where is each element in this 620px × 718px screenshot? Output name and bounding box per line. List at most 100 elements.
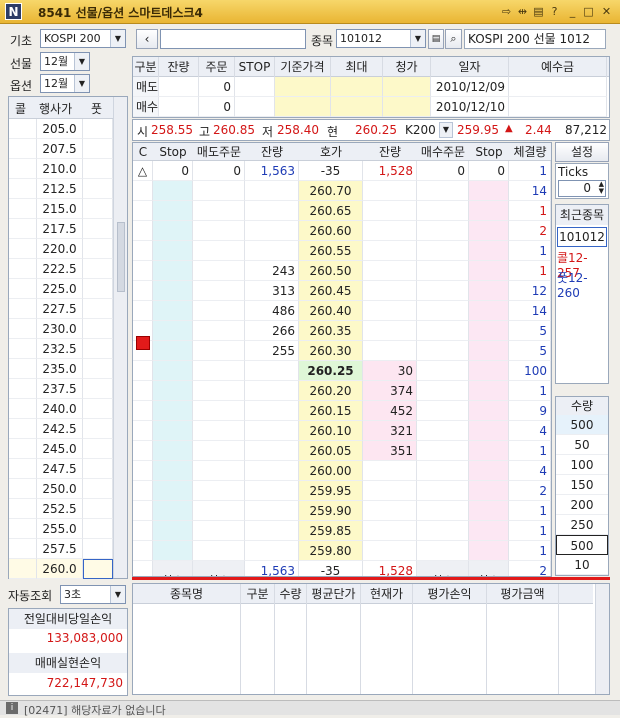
- book-cell[interactable]: [153, 421, 193, 441]
- put-cell[interactable]: [83, 319, 113, 339]
- ticks-stepper[interactable]: 0 ▲ ▼: [558, 180, 606, 197]
- book-cell[interactable]: [417, 201, 469, 221]
- futures-month-select[interactable]: 12월 ▼: [40, 52, 90, 71]
- search-input[interactable]: [160, 29, 306, 49]
- book-cell[interactable]: [193, 381, 245, 401]
- auto-query-select[interactable]: 3초 ▼: [60, 585, 126, 604]
- book-cell[interactable]: [363, 261, 417, 281]
- qty-option[interactable]: 500: [556, 535, 608, 555]
- book-cell[interactable]: [153, 501, 193, 521]
- book-cell[interactable]: [193, 361, 245, 381]
- book-cell[interactable]: [153, 361, 193, 381]
- positions-scrollbar[interactable]: [595, 584, 609, 694]
- call-cell[interactable]: [9, 179, 37, 199]
- book-cell[interactable]: [153, 221, 193, 241]
- qty-option[interactable]: 250: [556, 515, 608, 535]
- book-cell[interactable]: [417, 361, 469, 381]
- put-cell[interactable]: [83, 479, 113, 499]
- put-cell[interactable]: [83, 419, 113, 439]
- book-cell[interactable]: [469, 281, 509, 301]
- book-cell[interactable]: [363, 201, 417, 221]
- book-cell[interactable]: [469, 521, 509, 541]
- qty-option[interactable]: 100: [556, 455, 608, 475]
- call-cell[interactable]: [9, 319, 37, 339]
- book-cell[interactable]: [153, 481, 193, 501]
- book-cell[interactable]: [245, 181, 299, 201]
- call-cell[interactable]: [9, 359, 37, 379]
- qty-option[interactable]: 500: [556, 415, 608, 435]
- book-top-cell[interactable]: 0: [153, 161, 193, 181]
- book-top-cell[interactable]: -35: [299, 161, 363, 181]
- recent-put[interactable]: 풋12-260: [557, 269, 608, 300]
- book-cell[interactable]: [469, 401, 509, 421]
- call-cell[interactable]: [9, 419, 37, 439]
- book-cell[interactable]: [133, 481, 153, 501]
- chevron-down-icon[interactable]: ▼: [439, 122, 453, 138]
- options-month-select[interactable]: 12월 ▼: [40, 74, 90, 93]
- pin-icon[interactable]: ⇹: [516, 5, 529, 18]
- call-cell[interactable]: [9, 439, 37, 459]
- call-cell[interactable]: [9, 399, 37, 419]
- book-cell[interactable]: [417, 261, 469, 281]
- book-top-cell[interactable]: 0: [469, 161, 509, 181]
- book-cell[interactable]: [193, 221, 245, 241]
- put-cell[interactable]: [83, 499, 113, 519]
- put-cell[interactable]: [83, 339, 113, 359]
- book-cell[interactable]: [193, 421, 245, 441]
- call-cell[interactable]: [9, 499, 37, 519]
- put-cell[interactable]: [83, 539, 113, 559]
- book-cell[interactable]: [133, 301, 153, 321]
- book-cell[interactable]: [153, 381, 193, 401]
- book-cell[interactable]: [469, 241, 509, 261]
- book-cell[interactable]: [469, 541, 509, 561]
- book-cell[interactable]: 486: [245, 301, 299, 321]
- call-cell[interactable]: [9, 239, 37, 259]
- book-cell[interactable]: [245, 481, 299, 501]
- book-cell[interactable]: [133, 381, 153, 401]
- book-cell[interactable]: [363, 461, 417, 481]
- book-cell[interactable]: 313: [245, 281, 299, 301]
- book-cell[interactable]: [193, 521, 245, 541]
- book-cell[interactable]: [133, 201, 153, 221]
- book-cell[interactable]: [245, 541, 299, 561]
- book-cell[interactable]: [417, 241, 469, 261]
- book-cell[interactable]: [469, 181, 509, 201]
- book-cell[interactable]: [363, 521, 417, 541]
- call-cell[interactable]: [9, 279, 37, 299]
- book-cell[interactable]: [417, 181, 469, 201]
- call-cell[interactable]: [9, 199, 37, 219]
- put-cell[interactable]: [83, 259, 113, 279]
- book-cell[interactable]: [153, 301, 193, 321]
- book-cell[interactable]: [193, 181, 245, 201]
- call-cell[interactable]: [9, 559, 37, 579]
- stop-flag-icon[interactable]: [136, 336, 150, 350]
- book-cell[interactable]: [245, 201, 299, 221]
- book-cell[interactable]: [153, 541, 193, 561]
- put-cell[interactable]: [83, 439, 113, 459]
- put-cell[interactable]: [83, 239, 113, 259]
- prev-button[interactable]: ‹: [136, 29, 158, 49]
- book-cell[interactable]: [417, 541, 469, 561]
- book-cell[interactable]: [469, 341, 509, 361]
- book-cell[interactable]: [469, 501, 509, 521]
- book-cell[interactable]: [193, 321, 245, 341]
- book-cell[interactable]: [153, 521, 193, 541]
- call-cell[interactable]: [9, 299, 37, 319]
- book-cell[interactable]: [417, 441, 469, 461]
- book-cell[interactable]: [469, 481, 509, 501]
- book-cell[interactable]: [245, 461, 299, 481]
- print-icon[interactable]: ▤: [532, 5, 545, 18]
- put-cell[interactable]: [83, 279, 113, 299]
- book-cell[interactable]: 266: [245, 321, 299, 341]
- call-cell[interactable]: [9, 539, 37, 559]
- search-icon[interactable]: ⌕: [445, 29, 462, 49]
- strike-scrollbar[interactable]: [113, 97, 127, 578]
- book-cell[interactable]: [363, 241, 417, 261]
- book-cell[interactable]: [193, 281, 245, 301]
- book-cell[interactable]: [133, 441, 153, 461]
- book-cell[interactable]: [193, 481, 245, 501]
- book-cell[interactable]: [245, 381, 299, 401]
- put-cell[interactable]: [83, 139, 113, 159]
- book-cell[interactable]: [417, 321, 469, 341]
- book-cell[interactable]: [153, 241, 193, 261]
